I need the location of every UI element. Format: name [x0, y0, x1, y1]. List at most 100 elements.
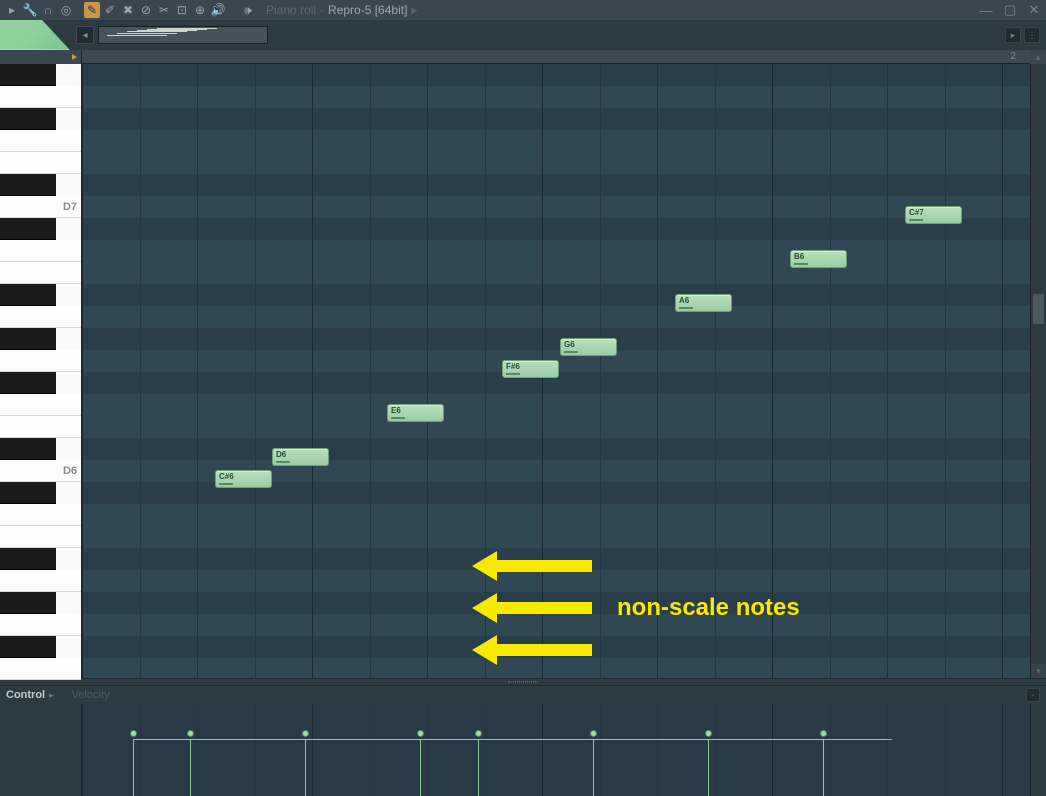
title-sep: -	[320, 3, 324, 17]
piano-keyboard[interactable]: D7 D6	[0, 64, 82, 678]
zoom-tool-icon[interactable]: ⊕	[192, 2, 208, 18]
scroll-down-button[interactable]: ▾	[1031, 664, 1046, 678]
draw-tool-icon[interactable]: ✎	[84, 2, 100, 18]
velocity-handle[interactable]	[302, 730, 309, 737]
white-key[interactable]	[0, 130, 81, 152]
black-key[interactable]	[0, 108, 56, 130]
black-key[interactable]	[0, 174, 56, 196]
black-key[interactable]	[0, 218, 56, 240]
main-area: D7D6 non-scale notes C#6D6E6F#6G6A6B6C#7…	[0, 64, 1046, 678]
midi-note[interactable]: C#7	[905, 206, 962, 224]
velocity-bar[interactable]	[593, 740, 594, 796]
select-tool-icon[interactable]: ⊡	[174, 2, 190, 18]
control-minimize-button[interactable]: -	[1026, 688, 1040, 702]
white-key[interactable]	[0, 570, 81, 592]
mute-tool-icon[interactable]: ⊘	[138, 2, 154, 18]
control-label[interactable]: Control	[6, 689, 45, 701]
white-key[interactable]	[0, 614, 81, 636]
white-key[interactable]	[0, 416, 81, 438]
channel-tab[interactable]	[0, 20, 70, 50]
midi-note[interactable]: A6	[675, 294, 732, 312]
grid-line	[1002, 64, 1003, 678]
velocity-handle[interactable]	[475, 730, 482, 737]
velocity-bar[interactable]	[305, 740, 306, 796]
white-key[interactable]	[0, 504, 81, 526]
velocity-handle[interactable]	[820, 730, 827, 737]
grid-line	[140, 64, 141, 678]
velocity-handle[interactable]	[417, 730, 424, 737]
delete-tool-icon[interactable]: ✖	[120, 2, 136, 18]
white-key[interactable]	[0, 350, 81, 372]
playback-tool-icon[interactable]: 🔊	[210, 2, 226, 18]
annotation-label: non-scale notes	[617, 594, 800, 622]
scrollbar-thumb[interactable]	[1033, 294, 1044, 324]
velocity-bar[interactable]	[190, 740, 191, 796]
black-key[interactable]	[0, 372, 56, 394]
note-label: G6	[564, 340, 575, 349]
black-key[interactable]	[0, 328, 56, 350]
nav-options-button[interactable]: ⋮	[1024, 27, 1040, 43]
nav-next-button[interactable]: ▸	[1005, 27, 1021, 43]
note-label: F#6	[506, 362, 520, 371]
white-key[interactable]	[0, 658, 81, 680]
midi-note[interactable]: B6	[790, 250, 847, 268]
velocity-bar[interactable]	[420, 740, 421, 796]
white-key[interactable]	[0, 306, 81, 328]
note-grid[interactable]: non-scale notes C#6D6 E6 F#6 G6 A6 B6 C#7	[82, 64, 1030, 678]
white-key[interactable]	[0, 262, 81, 284]
white-key[interactable]: D7	[0, 196, 81, 218]
midi-note[interactable]: C#6	[215, 470, 272, 488]
maximize-button[interactable]: ▢	[1002, 3, 1018, 17]
white-key[interactable]	[0, 152, 81, 174]
black-key[interactable]	[0, 284, 56, 306]
grid-line	[830, 64, 831, 678]
midi-note[interactable]: G6	[560, 338, 617, 356]
velocity-bar[interactable]	[823, 740, 824, 796]
magnet-icon[interactable]: ∩	[40, 2, 56, 18]
midi-note[interactable]: D6	[272, 448, 329, 466]
velocity-handle[interactable]	[590, 730, 597, 737]
velocity-handle[interactable]	[130, 730, 137, 737]
paint-tool-icon[interactable]: ✐	[102, 2, 118, 18]
note-label: E6	[391, 406, 401, 415]
velocity-grid[interactable]	[82, 704, 1030, 796]
black-key[interactable]	[0, 438, 56, 460]
ruler-corner[interactable]	[0, 50, 82, 64]
grid-line	[657, 64, 658, 678]
nav-prev-button[interactable]: ◂	[76, 26, 94, 44]
black-key[interactable]	[0, 482, 56, 504]
black-key[interactable]	[0, 636, 56, 658]
black-key[interactable]	[0, 592, 56, 614]
control-type[interactable]: Velocity	[72, 689, 110, 701]
velocity-line	[133, 739, 190, 740]
midi-note[interactable]: F#6	[502, 360, 559, 378]
velocity-bar[interactable]	[708, 740, 709, 796]
menu-dropdown-icon[interactable]: ▸	[4, 2, 20, 18]
white-key[interactable]	[0, 86, 81, 108]
timeline-ruler[interactable]: 2	[82, 50, 1030, 64]
velocity-grid-line	[715, 704, 716, 796]
vertical-scrollbar[interactable]: ▾	[1030, 64, 1046, 678]
velocity-handle[interactable]	[705, 730, 712, 737]
minimap[interactable]	[98, 26, 268, 44]
white-key[interactable]	[0, 526, 81, 548]
velocity-bar[interactable]	[133, 740, 134, 796]
white-key[interactable]	[0, 394, 81, 416]
stamp-icon[interactable]: ◎	[58, 2, 74, 18]
black-key[interactable]	[0, 64, 56, 86]
white-key[interactable]: D6	[0, 460, 81, 482]
black-key[interactable]	[0, 548, 56, 570]
minimize-button[interactable]: —	[978, 3, 994, 17]
velocity-handle[interactable]	[187, 730, 194, 737]
title-arrow-icon[interactable]: ▸	[411, 3, 417, 17]
midi-note[interactable]: E6	[387, 404, 444, 422]
wrench-icon[interactable]: 🔧	[22, 2, 38, 18]
speaker-icon[interactable]: 🕪	[240, 2, 256, 18]
control-dropdown-icon[interactable]: ▸	[49, 690, 54, 701]
splitter-handle[interactable]	[0, 678, 1046, 686]
white-key[interactable]	[0, 240, 81, 262]
velocity-bar[interactable]	[478, 740, 479, 796]
close-button[interactable]: ✕	[1026, 3, 1042, 17]
ruler-scroll-up[interactable]: ▴	[1030, 50, 1046, 64]
slice-tool-icon[interactable]: ✂	[156, 2, 172, 18]
